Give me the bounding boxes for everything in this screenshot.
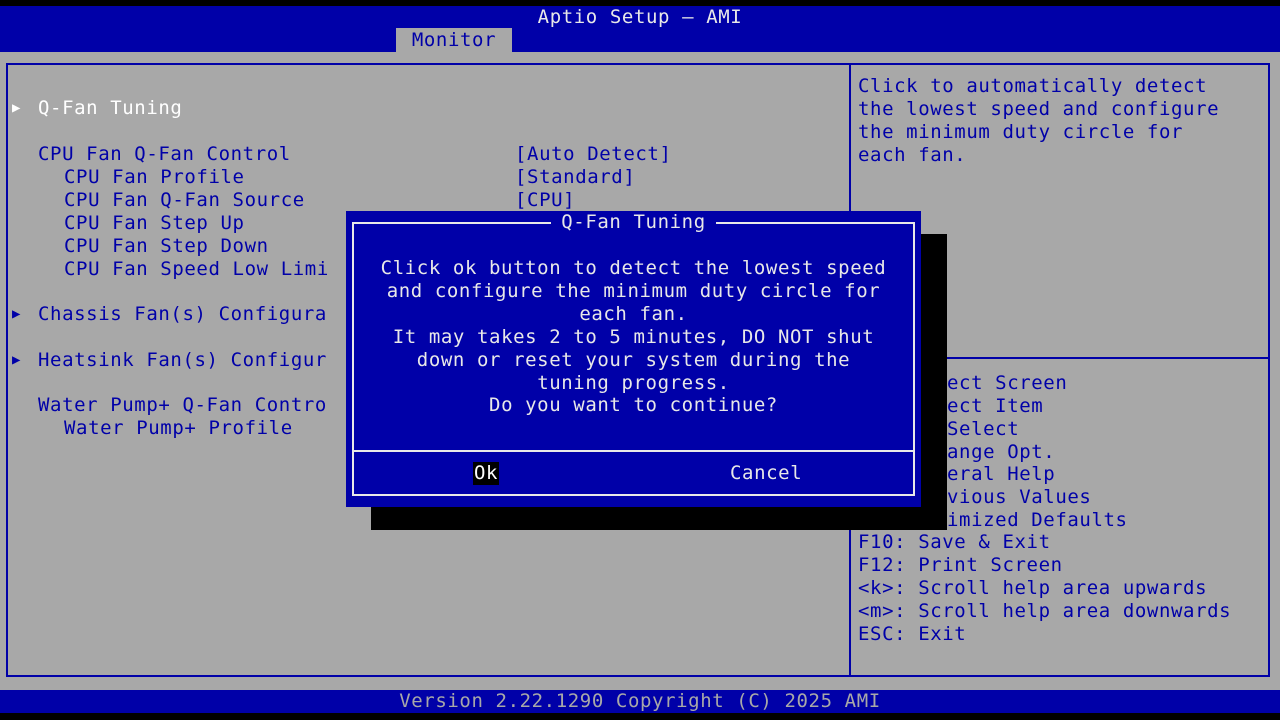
dialog-message-line: Do you want to continue?	[489, 394, 778, 416]
help-text-line: the lowest speed and configure	[858, 98, 1220, 120]
help-text-line: the minimum duty circle for	[858, 121, 1184, 143]
key-help-esc-exit: ESC: Exit	[858, 623, 967, 645]
dialog-message-line: Click ok button to detect the lowest spe…	[380, 257, 887, 279]
submenu-arrow-icon: ▶	[12, 100, 22, 116]
dialog-buttons-border	[352, 452, 915, 496]
menu-value-cpu-fan-q-fan-source[interactable]: [CPU]	[515, 189, 575, 212]
key-help-save-exit: F10: Save & Exit	[858, 531, 1051, 553]
menu-item-cpu-fan-speed-low-limit[interactable]: CPU Fan Speed Low Limi	[64, 258, 329, 281]
menu-item-chassis-fans-configuration[interactable]: Chassis Fan(s) Configura	[38, 303, 327, 326]
key-help-optimized-defaults: imized Defaults	[947, 509, 1128, 531]
dialog-title-text: Q-Fan Tuning	[551, 211, 716, 233]
menu-item-cpu-fan-profile[interactable]: CPU Fan Profile	[64, 166, 245, 189]
menu-item-cpu-fan-q-fan-control[interactable]: CPU Fan Q-Fan Control	[38, 143, 291, 166]
ok-button[interactable]: Ok	[473, 462, 500, 485]
submenu-arrow-icon: ▶	[12, 306, 22, 322]
key-help-scroll-down: <m>: Scroll help area downwards	[858, 600, 1232, 622]
dialog-message-line: It may takes 2 to 5 minutes, DO NOT shut	[392, 326, 875, 348]
key-help-change-opt: ange Opt.	[947, 441, 1056, 463]
key-help-enter-select: Select	[947, 418, 1020, 440]
menu-item-water-pump-q-fan-control[interactable]: Water Pump+ Q-Fan Contro	[38, 394, 327, 417]
cancel-button[interactable]: Cancel	[730, 462, 802, 485]
menu-item-q-fan-tuning[interactable]: Q-Fan Tuning	[38, 97, 182, 120]
key-help-select-screen: ect Screen	[947, 372, 1068, 394]
dialog-message-line: tuning progress.	[537, 372, 730, 394]
dialog-message-line: each fan.	[579, 303, 688, 325]
key-help-general-help: eral Help	[947, 463, 1056, 485]
key-help-scroll-up: <k>: Scroll help area upwards	[858, 577, 1208, 599]
submenu-arrow-icon: ▶	[12, 352, 22, 368]
menu-item-heatsink-fans-configuration[interactable]: Heatsink Fan(s) Configur	[38, 349, 327, 372]
app-title: Aptio Setup – AMI	[537, 6, 743, 28]
help-text-line: Click to automatically detect	[858, 75, 1208, 97]
dialog-message-line: and configure the minimum duty circle fo…	[386, 280, 881, 302]
dialog-message-line: down or reset your system during the	[416, 349, 851, 371]
menu-value-cpu-fan-profile[interactable]: [Standard]	[515, 166, 635, 189]
key-help-select-item: ect Item	[947, 395, 1044, 417]
key-help-previous-values: vious Values	[947, 486, 1092, 508]
menu-item-cpu-fan-step-down[interactable]: CPU Fan Step Down	[64, 235, 269, 258]
version-footer: Version 2.22.1290 Copyright (C) 2025 AMI	[0, 690, 1280, 713]
help-text-line: each fan.	[858, 144, 967, 166]
menu-value-cpu-fan-q-fan-control[interactable]: [Auto Detect]	[515, 143, 672, 166]
key-help-print-screen: F12: Print Screen	[858, 554, 1063, 576]
menu-item-cpu-fan-q-fan-source[interactable]: CPU Fan Q-Fan Source	[64, 189, 305, 212]
dialog-title: Q-Fan Tuning	[0, 211, 1267, 234]
tab-monitor[interactable]: Monitor	[396, 28, 512, 52]
menu-item-water-pump-profile[interactable]: Water Pump+ Profile	[64, 417, 293, 440]
